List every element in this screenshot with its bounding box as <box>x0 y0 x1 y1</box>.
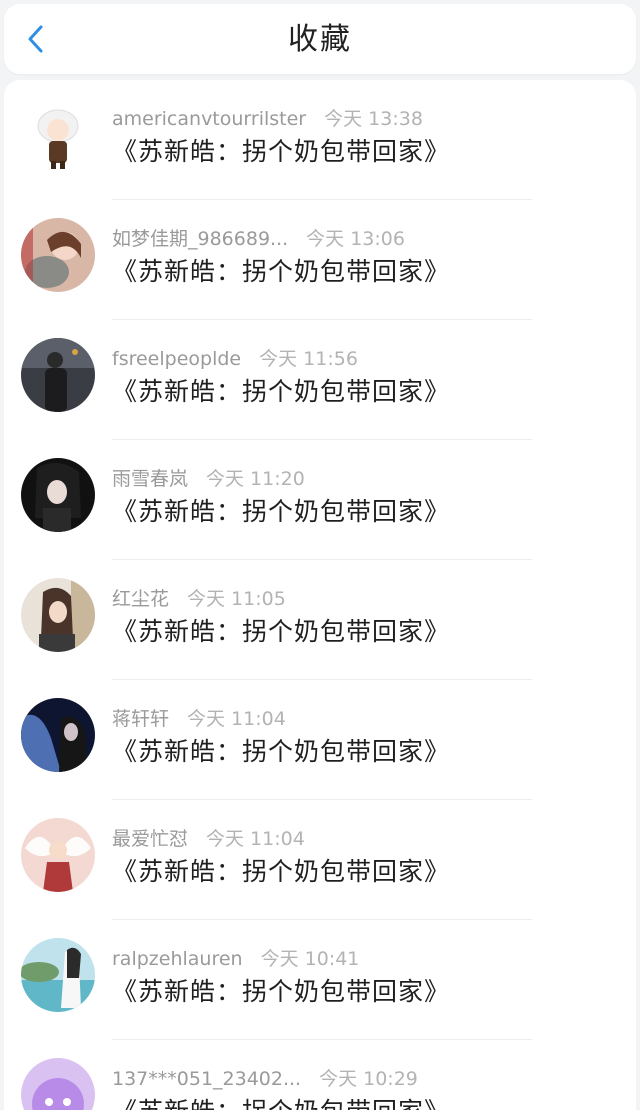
avatar <box>21 578 95 652</box>
author-name[interactable]: ralpzehlauren <box>112 948 243 970</box>
timestamp: 今天 11:56 <box>259 348 358 370</box>
list-item[interactable]: ralpzehlauren 今天 10:41 《苏新皓：拐个奶包带回家》 <box>4 920 636 1040</box>
timestamp: 今天 11:05 <box>187 588 286 610</box>
list-item[interactable]: 雨雪春岚 今天 11:20 《苏新皓：拐个奶包带回家》 <box>4 440 636 560</box>
timestamp: 今天 10:41 <box>260 948 360 970</box>
author-name[interactable]: 红尘花 <box>112 588 169 610</box>
list-item[interactable]: 如梦佳期_986689... 今天 13:06 《苏新皓：拐个奶包带回家》 <box>4 200 636 320</box>
item-title[interactable]: 《苏新皓：拐个奶包带回家》 <box>112 136 450 168</box>
timestamp: 今天 11:20 <box>206 468 305 490</box>
item-meta: 红尘花 今天 11:05 <box>112 587 286 611</box>
item-title[interactable]: 《苏新皓：拐个奶包带回家》 <box>112 256 450 288</box>
timestamp: 今天 11:04 <box>187 708 286 730</box>
top-nav-bar: 收藏 <box>4 4 636 74</box>
item-title[interactable]: 《苏新皓：拐个奶包带回家》 <box>112 376 450 408</box>
author-name[interactable]: 最爱忙怼 <box>112 828 188 850</box>
author-name[interactable]: fsreelpeoplde <box>112 348 241 370</box>
avatar <box>21 1058 95 1110</box>
timestamp: 今天 13:06 <box>306 228 405 250</box>
list-item[interactable]: 红尘花 今天 11:05 《苏新皓：拐个奶包带回家》 <box>4 560 636 680</box>
timestamp: 今天 11:04 <box>206 828 305 850</box>
author-name[interactable]: americanvtourrilster <box>112 108 306 130</box>
avatar <box>21 938 95 1012</box>
avatar <box>21 98 95 172</box>
favorites-list: americanvtourrilster 今天 13:38 《苏新皓：拐个奶包带回… <box>4 80 636 1110</box>
item-title[interactable]: 《苏新皓：拐个奶包带回家》 <box>112 976 450 1008</box>
author-name[interactable]: 如梦佳期_986689... <box>112 228 288 250</box>
list-item[interactable]: 最爱忙怼 今天 11:04 《苏新皓：拐个奶包带回家》 <box>4 800 636 920</box>
item-meta: ralpzehlauren 今天 10:41 <box>112 947 359 971</box>
list-item[interactable]: fsreelpeoplde 今天 11:56 《苏新皓：拐个奶包带回家》 <box>4 320 636 440</box>
avatar <box>21 818 95 892</box>
item-meta: fsreelpeoplde 今天 11:56 <box>112 347 358 371</box>
list-item[interactable]: 蒋轩轩 今天 11:04 《苏新皓：拐个奶包带回家》 <box>4 680 636 800</box>
avatar <box>21 218 95 292</box>
item-meta: 最爱忙怼 今天 11:04 <box>112 827 305 851</box>
item-title[interactable]: 《苏新皓：拐个奶包带回家》 <box>112 616 450 648</box>
item-meta: americanvtourrilster 今天 13:38 <box>112 107 423 131</box>
item-meta: 如梦佳期_986689... 今天 13:06 <box>112 227 405 251</box>
item-meta: 雨雪春岚 今天 11:20 <box>112 467 305 491</box>
author-name[interactable]: 雨雪春岚 <box>112 468 188 490</box>
avatar <box>21 698 95 772</box>
list-item[interactable]: 137***051_23402... 今天 10:29 《苏新皓：拐个奶包带回家》 <box>4 1040 636 1110</box>
author-name[interactable]: 137***051_23402... <box>112 1068 301 1090</box>
timestamp: 今天 10:29 <box>319 1068 418 1090</box>
item-title[interactable]: 《苏新皓：拐个奶包带回家》 <box>112 856 450 888</box>
item-title[interactable]: 《苏新皓：拐个奶包带回家》 <box>112 736 450 768</box>
item-meta: 137***051_23402... 今天 10:29 <box>112 1067 418 1091</box>
avatar <box>21 338 95 412</box>
page-title: 收藏 <box>288 22 352 57</box>
timestamp: 今天 13:38 <box>324 108 423 130</box>
item-meta: 蒋轩轩 今天 11:04 <box>112 707 286 731</box>
item-title[interactable]: 《苏新皓：拐个奶包带回家》 <box>112 496 450 528</box>
item-title[interactable]: 《苏新皓：拐个奶包带回家》 <box>112 1096 450 1110</box>
avatar <box>21 458 95 532</box>
list-item[interactable]: americanvtourrilster 今天 13:38 《苏新皓：拐个奶包带回… <box>4 80 636 200</box>
author-name[interactable]: 蒋轩轩 <box>112 708 169 730</box>
